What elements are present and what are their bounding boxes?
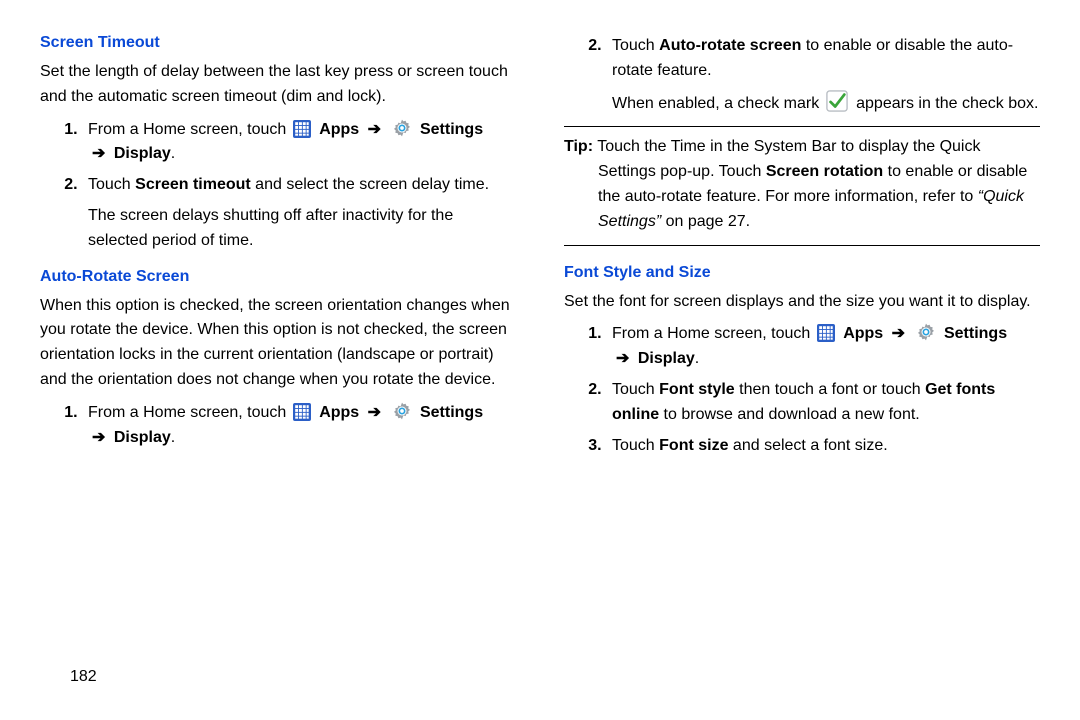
divider <box>564 245 1040 246</box>
step-auto-rotate-1: From a Home screen, touch Apps ➔ Setting… <box>82 401 516 451</box>
text: then touch a font or touch <box>735 381 925 398</box>
tip-block: Tip: Touch the Time in the System Bar to… <box>564 135 1040 234</box>
bold-text: Screen rotation <box>766 163 883 180</box>
apps-label: Apps <box>319 121 359 138</box>
arrow-icon: ➔ <box>364 121 385 138</box>
text: Touch <box>612 437 659 454</box>
text: appears in the check box. <box>856 95 1038 112</box>
step-font-3: Touch Font size and select a font size. <box>606 434 1040 459</box>
right-column: Touch Auto-rotate screen to enable or di… <box>564 34 1040 472</box>
two-column-layout: Screen Timeout Set the length of delay b… <box>40 34 1040 472</box>
left-column: Screen Timeout Set the length of delay b… <box>40 34 516 472</box>
text: and select a font size. <box>728 437 887 454</box>
display-label: Display <box>114 145 171 162</box>
step-font-1: From a Home screen, touch Apps ➔ Setting… <box>606 322 1040 372</box>
text: When enabled, a check mark <box>612 95 824 112</box>
heading-font-style-size: Font Style and Size <box>564 264 1040 282</box>
apps-icon <box>293 120 311 138</box>
display-label: Display <box>114 429 171 446</box>
text: Touch <box>612 381 659 398</box>
settings-label: Settings <box>944 325 1007 342</box>
settings-icon <box>916 322 936 342</box>
steps-screen-timeout: From a Home screen, touch Apps ➔ Setting… <box>40 118 516 254</box>
apps-icon <box>817 324 835 342</box>
steps-auto-rotate: From a Home screen, touch Apps ➔ Setting… <box>40 401 516 451</box>
steps-auto-rotate-cont: Touch Auto-rotate screen to enable or di… <box>564 34 1040 116</box>
text: on page 27. <box>661 213 750 230</box>
arrow-icon: ➔ <box>888 325 909 342</box>
apps-icon <box>293 403 311 421</box>
settings-icon <box>392 401 412 421</box>
text: and select the screen delay time. <box>251 176 489 193</box>
divider <box>564 126 1040 127</box>
document-page: Screen Timeout Set the length of delay b… <box>0 0 1080 720</box>
checkmark-icon <box>826 90 848 112</box>
settings-label: Settings <box>420 404 483 421</box>
steps-font: From a Home screen, touch Apps ➔ Setting… <box>564 322 1040 458</box>
apps-label: Apps <box>319 404 359 421</box>
heading-screen-timeout: Screen Timeout <box>40 34 516 52</box>
text: From a Home screen, touch <box>88 121 291 138</box>
text: From a Home screen, touch <box>612 325 815 342</box>
tip-label: Tip: <box>564 138 593 155</box>
step-screen-timeout-2: Touch Screen timeout and select the scre… <box>82 173 516 253</box>
para-font-intro: Set the font for screen displays and the… <box>564 290 1040 315</box>
text: Touch <box>612 37 659 54</box>
bold-text: Auto-rotate screen <box>659 37 801 54</box>
apps-label: Apps <box>843 325 883 342</box>
text: From a Home screen, touch <box>88 404 291 421</box>
step-screen-timeout-1: From a Home screen, touch Apps ➔ Setting… <box>82 118 516 168</box>
settings-label: Settings <box>420 121 483 138</box>
para-screen-timeout-intro: Set the length of delay between the last… <box>40 60 516 110</box>
bold-text: Font style <box>659 381 735 398</box>
bold-text: Font size <box>659 437 728 454</box>
page-number: 182 <box>70 668 97 686</box>
settings-icon <box>392 118 412 138</box>
arrow-icon: ➔ <box>88 145 109 162</box>
display-label: Display <box>638 350 695 367</box>
step-font-2: Touch Font style then touch a font or to… <box>606 378 1040 428</box>
para-auto-rotate-intro: When this option is checked, the screen … <box>40 294 516 393</box>
step-auto-rotate-2: Touch Auto-rotate screen to enable or di… <box>606 34 1040 116</box>
text: Touch <box>88 176 135 193</box>
arrow-icon: ➔ <box>364 404 385 421</box>
arrow-icon: ➔ <box>612 350 633 367</box>
arrow-icon: ➔ <box>88 429 109 446</box>
text: to browse and download a new font. <box>659 406 920 423</box>
bold-text: Screen timeout <box>135 176 251 193</box>
heading-auto-rotate: Auto-Rotate Screen <box>40 268 516 286</box>
text: The screen delays shutting off after ina… <box>88 207 453 249</box>
